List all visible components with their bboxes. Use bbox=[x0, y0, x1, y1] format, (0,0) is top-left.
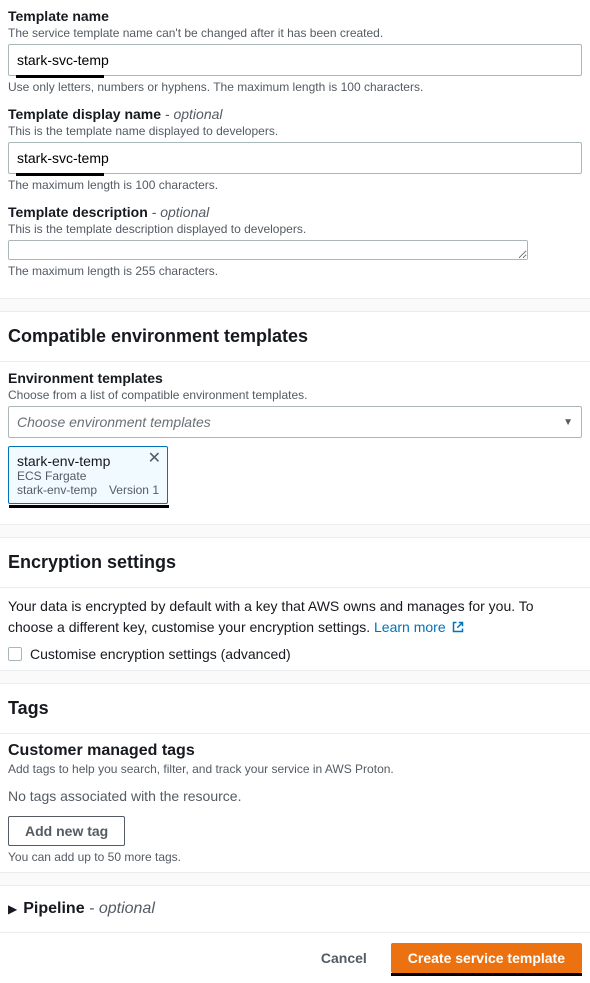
env-templates-help: Choose from a list of compatible environ… bbox=[8, 388, 582, 402]
button-underline bbox=[391, 973, 582, 976]
template-description-label: Template description - optional bbox=[8, 204, 582, 220]
pipeline-label: Pipeline - optional bbox=[23, 900, 155, 918]
spellcheck-underline bbox=[16, 173, 104, 176]
section-divider bbox=[0, 524, 590, 538]
token-id: stark-env-temp bbox=[17, 483, 97, 497]
customer-tags-heading: Customer managed tags bbox=[8, 742, 582, 760]
optional-marker: - optional bbox=[152, 204, 210, 220]
compatible-env-heading: Compatible environment templates bbox=[0, 312, 590, 362]
dropdown-placeholder: Choose environment templates bbox=[17, 414, 211, 430]
selected-env-token: ✕ stark-env-temp ECS Fargate stark-env-t… bbox=[8, 446, 168, 504]
template-display-name-help: This is the template name displayed to d… bbox=[8, 124, 582, 138]
chevron-down-icon: ▼ bbox=[563, 417, 573, 428]
template-name-label: Template name bbox=[8, 8, 582, 24]
section-divider bbox=[0, 872, 590, 886]
pipeline-expander[interactable]: ▶ Pipeline - optional bbox=[0, 886, 590, 932]
encryption-heading: Encryption settings bbox=[0, 538, 590, 588]
token-underline bbox=[9, 505, 169, 508]
env-templates-dropdown[interactable]: Choose environment templates ▼ bbox=[8, 406, 582, 438]
encryption-text: Your data is encrypted by default with a… bbox=[8, 596, 582, 638]
add-tag-button[interactable]: Add new tag bbox=[8, 816, 125, 846]
optional-marker: - optional bbox=[165, 106, 223, 122]
section-divider bbox=[0, 670, 590, 684]
template-name-constraint: Use only letters, numbers or hyphens. Th… bbox=[8, 80, 582, 94]
customer-tags-help: Add tags to help you search, filter, and… bbox=[8, 762, 582, 776]
customise-encryption-checkbox[interactable] bbox=[8, 647, 22, 661]
token-type: ECS Fargate bbox=[17, 469, 159, 483]
optional-marker: - optional bbox=[89, 900, 155, 917]
template-display-name-input[interactable] bbox=[8, 142, 582, 174]
remove-token-icon[interactable]: ✕ bbox=[148, 451, 161, 467]
spellcheck-underline bbox=[16, 75, 104, 78]
tags-heading: Tags bbox=[0, 684, 590, 734]
caret-right-icon: ▶ bbox=[8, 902, 17, 916]
external-link-icon bbox=[452, 621, 464, 633]
template-description-constraint: The maximum length is 255 characters. bbox=[8, 264, 582, 278]
template-description-help: This is the template description display… bbox=[8, 222, 582, 236]
cancel-button[interactable]: Cancel bbox=[305, 944, 383, 972]
template-name-input[interactable] bbox=[8, 44, 582, 76]
create-template-button[interactable]: Create service template bbox=[391, 943, 582, 973]
template-name-help: The service template name can't be chang… bbox=[8, 26, 582, 40]
no-tags-message: No tags associated with the resource. bbox=[8, 788, 582, 804]
section-divider bbox=[0, 298, 590, 312]
template-display-name-constraint: The maximum length is 100 characters. bbox=[8, 178, 582, 192]
token-version: Version 1 bbox=[109, 483, 159, 497]
template-description-textarea[interactable] bbox=[8, 240, 528, 260]
token-name: stark-env-temp bbox=[17, 453, 159, 469]
learn-more-link[interactable]: Learn more bbox=[374, 619, 463, 635]
customise-encryption-label: Customise encryption settings (advanced) bbox=[30, 646, 291, 662]
template-display-name-label: Template display name - optional bbox=[8, 106, 582, 122]
env-templates-label: Environment templates bbox=[8, 370, 582, 386]
tags-limit: You can add up to 50 more tags. bbox=[8, 850, 582, 864]
